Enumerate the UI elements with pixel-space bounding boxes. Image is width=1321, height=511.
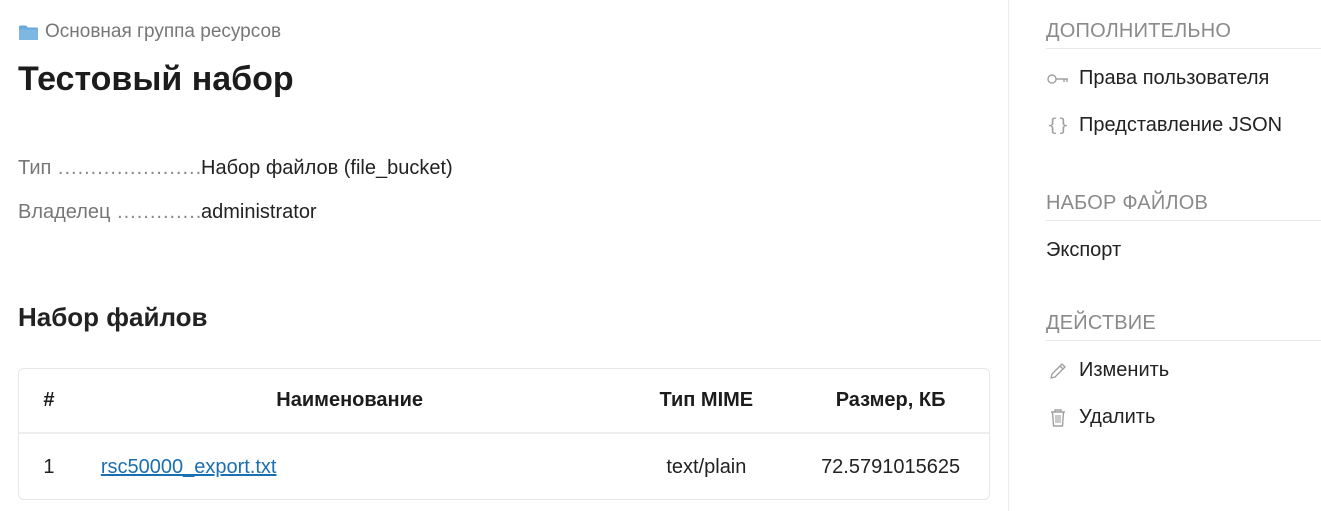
- sidebar-item-permissions[interactable]: Права пользователя: [1046, 55, 1321, 102]
- main-content: Основная группа ресурсов Тестовый набор …: [18, 0, 990, 511]
- table-row: 1 rsc50000_export.txt text/plain 72.5791…: [19, 434, 989, 499]
- files-table: # Наименование Тип MIME Размер, КБ 1 rsc…: [18, 368, 990, 500]
- trash-icon: [1046, 406, 1070, 430]
- sidebar-heading: ДЕЙСТВИЕ: [1046, 307, 1321, 341]
- sidebar-item-export[interactable]: Экспорт: [1046, 227, 1321, 274]
- cell-mime: text/plain: [666, 455, 747, 478]
- sidebar-heading: ДОПОЛНИТЕЛЬНО: [1046, 15, 1321, 49]
- column-header-number: #: [19, 369, 79, 434]
- property-key: Владелец: [18, 201, 201, 224]
- sidebar-item-edit[interactable]: Изменить: [1046, 347, 1321, 394]
- sidebar: ДОПОЛНИТЕЛЬНО Права пользователя {} Пред…: [1008, 0, 1321, 511]
- property-value: Набор файлов (file_bucket): [201, 157, 453, 179]
- pencil-icon: [1046, 359, 1070, 383]
- braces-icon: {}: [1047, 115, 1069, 136]
- property-type: Тип Набор файлов (file_bucket): [18, 157, 538, 201]
- sidebar-item-json[interactable]: {} Представление JSON: [1046, 102, 1321, 149]
- column-header-name: Наименование: [78, 369, 621, 434]
- sidebar-item-delete[interactable]: Удалить: [1046, 394, 1321, 441]
- page: Основная группа ресурсов Тестовый набор …: [0, 0, 1321, 511]
- sidebar-item-label[interactable]: Экспорт: [1046, 239, 1121, 262]
- sidebar-item-label[interactable]: Удалить: [1079, 406, 1155, 429]
- column-header-mime: Тип MIME: [620, 369, 793, 434]
- sidebar-group-action: ДЕЙСТВИЕ Изменить Удалить: [1046, 307, 1321, 441]
- sidebar-group-extra: ДОПОЛНИТЕЛЬНО Права пользователя {} Пред…: [1046, 15, 1321, 149]
- cell-name: rsc50000_export.txt: [79, 434, 621, 499]
- column-header-size: Размер, КБ: [792, 369, 989, 434]
- table-header-row: # Наименование Тип MIME Размер, КБ: [19, 369, 989, 434]
- cell-number: 1: [43, 455, 55, 478]
- folder-icon: [18, 24, 39, 41]
- properties-list: Тип Набор файлов (file_bucket) Владелец …: [18, 157, 538, 245]
- property-owner: Владелец administrator: [18, 201, 538, 245]
- sidebar-item-label[interactable]: Изменить: [1079, 359, 1169, 382]
- sidebar-item-label[interactable]: Права пользователя: [1079, 67, 1269, 90]
- breadcrumb-label[interactable]: Основная группа ресурсов: [45, 21, 281, 43]
- cell-size: 72.5791015625: [821, 455, 961, 478]
- file-link[interactable]: rsc50000_export.txt: [101, 456, 277, 478]
- breadcrumb[interactable]: Основная группа ресурсов: [18, 20, 281, 44]
- sidebar-group-bucket: НАБОР ФАЙЛОВ Экспорт: [1046, 187, 1321, 274]
- key-icon: [1046, 67, 1070, 91]
- section-title: Набор файлов: [18, 302, 208, 332]
- property-value: administrator: [201, 201, 317, 223]
- property-key: Тип: [18, 157, 201, 180]
- sidebar-item-label[interactable]: Представление JSON: [1079, 114, 1282, 137]
- page-title: Тестовый набор: [18, 60, 294, 98]
- sidebar-heading: НАБОР ФАЙЛОВ: [1046, 187, 1321, 221]
